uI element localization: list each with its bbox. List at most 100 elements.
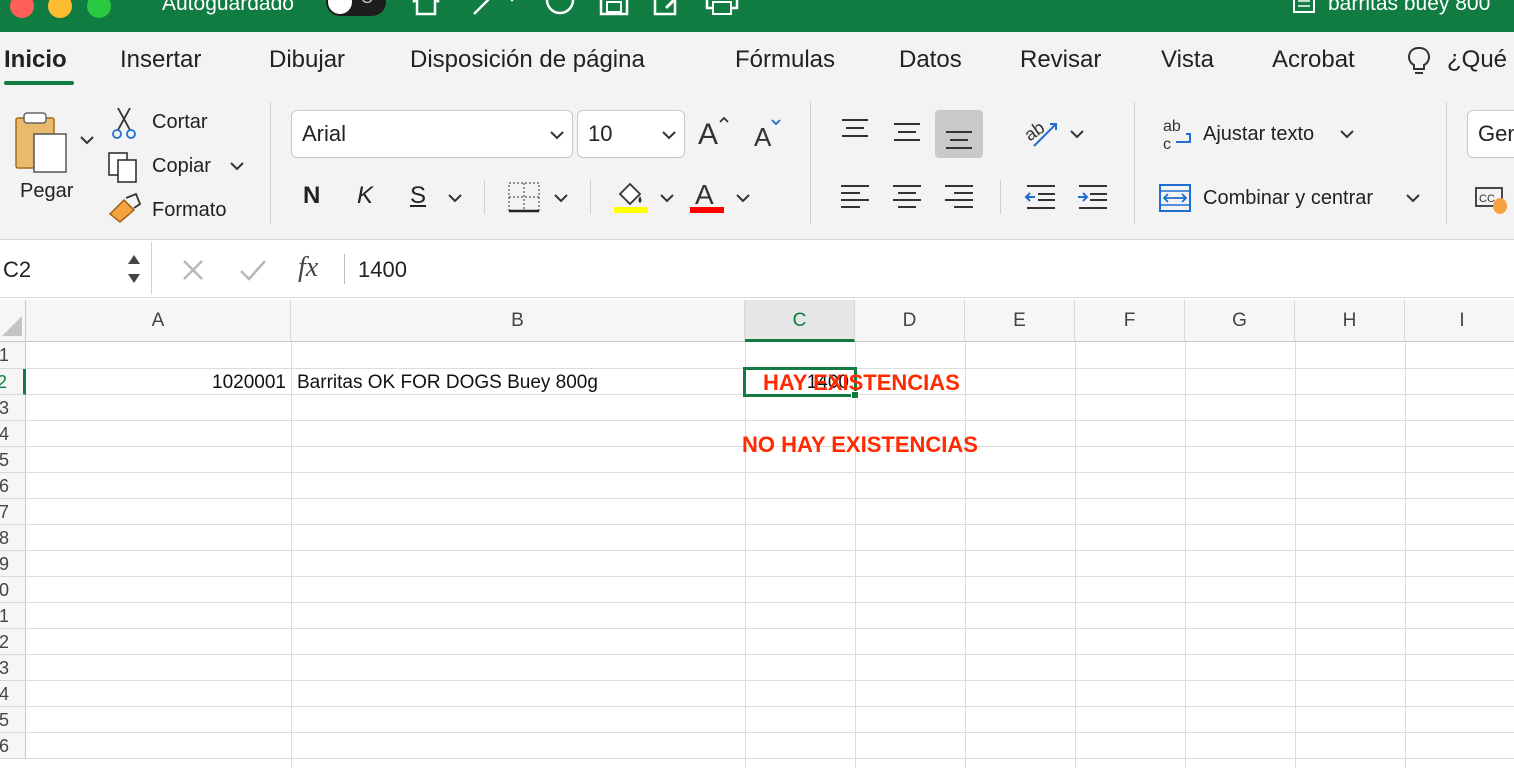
borders-icon[interactable] xyxy=(506,180,542,214)
column-header-e[interactable]: E xyxy=(965,300,1075,342)
row-header[interactable]: 5 xyxy=(0,707,26,733)
formula-input[interactable]: 1400 xyxy=(358,257,407,283)
font-color-icon[interactable]: A xyxy=(688,178,726,214)
column-header-g[interactable]: G xyxy=(1185,300,1295,342)
row-header[interactable]: 7 xyxy=(0,499,26,525)
tab-inicio[interactable]: Inicio xyxy=(4,46,67,74)
stepper-icon[interactable] xyxy=(124,250,144,288)
cell-b2[interactable]: Barritas OK FOR DOGS Buey 800g xyxy=(297,372,598,394)
row-header[interactable]: 8 xyxy=(0,525,26,551)
paste-label[interactable]: Pegar xyxy=(20,180,73,203)
tab-revisar[interactable]: Revisar xyxy=(1020,46,1101,74)
row-header[interactable]: 4 xyxy=(0,421,26,447)
align-middle-icon[interactable] xyxy=(890,118,924,148)
row-header[interactable]: 3 xyxy=(0,395,26,421)
underline-button[interactable]: S xyxy=(410,182,426,210)
lightbulb-icon[interactable] xyxy=(1406,46,1432,78)
increase-font-size-icon[interactable]: A xyxy=(696,114,736,148)
row-header[interactable]: 1 xyxy=(0,603,26,629)
column-header-i[interactable]: I xyxy=(1405,300,1514,342)
chevron-down-icon[interactable] xyxy=(1404,192,1422,204)
wrap-text-label[interactable]: Ajustar texto xyxy=(1203,123,1314,146)
edit-icon[interactable] xyxy=(652,0,686,16)
chevron-down-icon[interactable] xyxy=(734,192,752,204)
text-box-hay-existencias[interactable]: HAY EXISTENCIAS xyxy=(763,370,960,396)
autosave-toggle[interactable]: O xyxy=(326,0,386,16)
text-orientation-icon[interactable]: ab xyxy=(1022,114,1062,150)
row-header[interactable]: 4 xyxy=(0,681,26,707)
tab-disposicion[interactable]: Disposición de página xyxy=(410,46,645,74)
align-left-icon[interactable] xyxy=(838,182,872,212)
print-icon[interactable] xyxy=(704,0,740,16)
name-box[interactable]: C2 xyxy=(0,242,152,294)
align-right-icon[interactable] xyxy=(942,182,976,212)
clipboard-paste-icon[interactable] xyxy=(12,110,72,174)
row-header[interactable]: 2 xyxy=(0,629,26,655)
text-box-no-hay-existencias[interactable]: NO HAY EXISTENCIAS xyxy=(742,432,978,458)
tab-insertar[interactable]: Insertar xyxy=(120,46,201,74)
wrap-text-icon[interactable]: abc xyxy=(1160,116,1196,152)
scissors-icon[interactable] xyxy=(110,106,138,140)
chevron-down-icon[interactable] xyxy=(78,134,96,146)
italic-button[interactable]: K xyxy=(357,182,373,210)
increase-indent-icon[interactable] xyxy=(1076,182,1110,212)
minimize-window-button[interactable] xyxy=(48,0,72,18)
row-header[interactable]: 0 xyxy=(0,577,26,603)
chevron-down-icon[interactable] xyxy=(1068,128,1086,140)
tab-vista[interactable]: Vista xyxy=(1161,46,1214,74)
save-icon[interactable] xyxy=(598,0,630,16)
align-bottom-button[interactable] xyxy=(935,110,983,158)
close-window-button[interactable] xyxy=(10,0,34,18)
format-painter-icon[interactable] xyxy=(106,192,142,224)
more-icon[interactable] xyxy=(760,0,790,16)
row-header[interactable]: 9 xyxy=(0,551,26,577)
decrease-font-size-icon[interactable]: A xyxy=(752,116,788,150)
chevron-down-icon[interactable] xyxy=(1338,128,1356,140)
tell-me-search[interactable]: ¿Qué xyxy=(1447,46,1507,74)
tab-formulas[interactable]: Fórmulas xyxy=(735,46,835,74)
align-top-icon[interactable] xyxy=(838,114,872,144)
bold-button[interactable]: N xyxy=(303,182,320,210)
copy-icon[interactable] xyxy=(106,150,140,184)
tab-acrobat[interactable]: Acrobat xyxy=(1272,46,1355,74)
row-header[interactable]: 6 xyxy=(0,473,26,499)
redo-icon[interactable] xyxy=(544,0,576,16)
insert-function-button[interactable]: fx xyxy=(298,252,318,284)
column-header-c[interactable]: C xyxy=(745,300,855,342)
row-header[interactable]: 6 xyxy=(0,733,26,759)
font-name-select[interactable]: Arial xyxy=(291,110,573,158)
merge-center-icon[interactable] xyxy=(1158,182,1192,214)
enter-check-icon[interactable] xyxy=(238,257,268,283)
row-header[interactable]: 1 xyxy=(0,342,26,369)
row-header-selected[interactable]: 2 xyxy=(0,369,26,395)
chevron-down-icon[interactable] xyxy=(552,192,570,204)
chevron-down-icon[interactable] xyxy=(446,192,464,204)
cell-a2[interactable]: 1020001 xyxy=(26,372,286,394)
conditional-format-icon[interactable]: CC xyxy=(1474,184,1510,216)
align-center-icon[interactable] xyxy=(890,182,924,212)
undo-icon[interactable] xyxy=(470,0,526,16)
merge-center-label[interactable]: Combinar y centrar xyxy=(1203,187,1373,210)
select-all-corner[interactable] xyxy=(0,300,26,342)
fill-color-icon[interactable] xyxy=(612,178,650,214)
column-header-f[interactable]: F xyxy=(1075,300,1185,342)
number-format-select[interactable]: Gen xyxy=(1467,110,1514,158)
column-header-b[interactable]: B xyxy=(291,300,745,342)
cut-label[interactable]: Cortar xyxy=(152,111,208,134)
zoom-window-button[interactable] xyxy=(87,0,111,18)
decrease-indent-icon[interactable] xyxy=(1024,182,1058,212)
cancel-icon[interactable] xyxy=(180,257,206,283)
font-size-select[interactable]: 10 xyxy=(577,110,685,158)
tab-dibujar[interactable]: Dibujar xyxy=(269,46,345,74)
home-icon[interactable] xyxy=(410,0,442,16)
chevron-down-icon[interactable] xyxy=(228,160,246,172)
tab-datos[interactable]: Datos xyxy=(899,46,962,74)
format-painter-label[interactable]: Formato xyxy=(152,199,226,222)
column-header-d[interactable]: D xyxy=(855,300,965,342)
row-header[interactable]: 3 xyxy=(0,655,26,681)
copy-label[interactable]: Copiar xyxy=(152,155,211,178)
chevron-down-icon[interactable] xyxy=(658,192,676,204)
column-header-a[interactable]: A xyxy=(26,300,291,342)
row-header[interactable]: 5 xyxy=(0,447,26,473)
column-header-h[interactable]: H xyxy=(1295,300,1405,342)
